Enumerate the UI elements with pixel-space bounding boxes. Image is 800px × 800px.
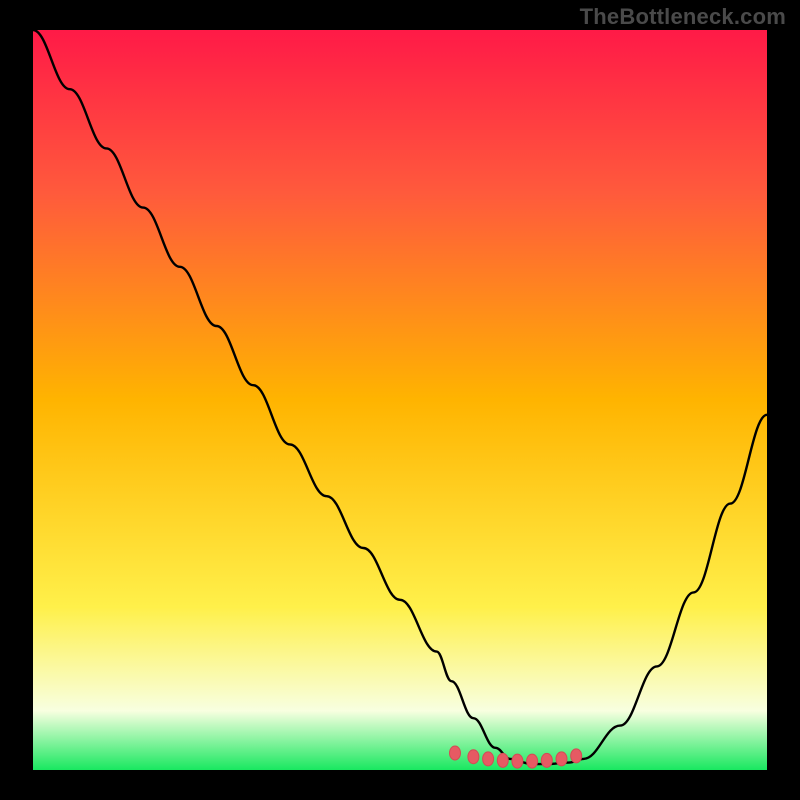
marker-dot — [512, 754, 523, 768]
marker-dot — [541, 753, 552, 767]
marker-dot — [571, 749, 582, 763]
plot-background — [33, 30, 767, 770]
watermark-text: TheBottleneck.com — [580, 4, 786, 30]
marker-dot — [468, 750, 479, 764]
marker-dot — [483, 752, 494, 766]
chart-frame: TheBottleneck.com — [0, 0, 800, 800]
marker-dot — [527, 754, 538, 768]
marker-dot — [497, 753, 508, 767]
marker-dot — [556, 752, 567, 766]
bottleneck-chart — [0, 0, 800, 800]
marker-dot — [450, 746, 461, 760]
